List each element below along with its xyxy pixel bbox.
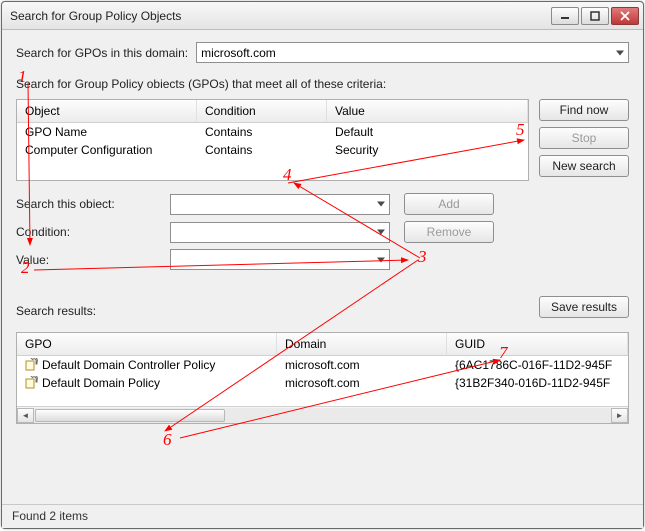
- results-row[interactable]: Default Domain Controller Policy microso…: [17, 356, 628, 374]
- close-button[interactable]: [611, 7, 639, 25]
- condition-combo-wrap: [170, 222, 390, 243]
- window-body: Search for GPOs in this domain: Search f…: [2, 30, 643, 504]
- criteria-row[interactable]: GPO Name Contains Default: [17, 123, 528, 141]
- gpo-icon: [25, 358, 38, 371]
- criteria-header-condition[interactable]: Condition: [197, 100, 327, 122]
- window: Search for Group Policy Objects Search f…: [1, 1, 644, 529]
- results-header-row: GPO Domain GUID: [17, 333, 628, 356]
- results-cell-domain: microsoft.com: [277, 375, 447, 391]
- new-search-button[interactable]: New search: [539, 155, 629, 177]
- minimize-button[interactable]: [551, 7, 579, 25]
- find-now-button[interactable]: Find now: [539, 99, 629, 121]
- stop-button[interactable]: Stop: [539, 127, 629, 149]
- results-cell-domain: microsoft.com: [277, 357, 447, 373]
- window-title: Search for Group Policy Objects: [10, 9, 551, 23]
- condition-label: Condition:: [16, 225, 156, 239]
- criteria-cell-condition: Contains: [197, 142, 327, 158]
- results-header-gpo[interactable]: GPO: [17, 333, 277, 355]
- value-select[interactable]: [170, 249, 390, 270]
- criteria-cell-value: Default: [327, 124, 528, 140]
- criteria-table: Object Condition Value GPO Name Contains…: [16, 99, 529, 181]
- remove-button[interactable]: Remove: [404, 221, 494, 243]
- search-object-label: Search this obiect:: [16, 197, 156, 211]
- results-table: GPO Domain GUID Default Domain Controlle…: [16, 332, 629, 424]
- criteria-header-row: Object Condition Value: [17, 100, 528, 123]
- value-label: Value:: [16, 253, 156, 267]
- criteria-row[interactable]: Computer Configuration Contains Security: [17, 141, 528, 159]
- search-object-select[interactable]: [170, 194, 390, 215]
- criteria-side-buttons: Find now Stop New search: [539, 99, 629, 177]
- domain-label: Search for GPOs in this domain:: [16, 46, 188, 60]
- scroll-track[interactable]: [34, 408, 611, 423]
- gpo-icon: [25, 376, 38, 389]
- criteria-cell-object: Computer Configuration: [17, 142, 197, 158]
- results-cell-guid: {31B2F340-016D-11D2-945F: [447, 375, 628, 391]
- criteria-cell-condition: Contains: [197, 124, 327, 140]
- add-button[interactable]: Add: [404, 193, 494, 215]
- results-cell-gpo: Default Domain Policy: [17, 375, 277, 391]
- status-text: Found 2 items: [12, 509, 88, 523]
- criteria-header-object[interactable]: Object: [17, 100, 197, 122]
- criteria-rows: GPO Name Contains Default Computer Confi…: [17, 123, 528, 159]
- status-bar: Found 2 items: [2, 504, 643, 528]
- scroll-right-icon[interactable]: ►: [611, 408, 628, 423]
- criteria-cell-object: GPO Name: [17, 124, 197, 140]
- results-header-domain[interactable]: Domain: [277, 333, 447, 355]
- criteria-area: Object Condition Value GPO Name Contains…: [16, 99, 629, 181]
- scroll-left-icon[interactable]: ◄: [17, 408, 34, 423]
- condition-select[interactable]: [170, 222, 390, 243]
- results-hscrollbar[interactable]: ◄ ►: [17, 406, 628, 423]
- maximize-button[interactable]: [581, 7, 609, 25]
- criteria-label: Search for Group Policy obiects (GPOs) t…: [16, 77, 629, 91]
- results-cell-gpo: Default Domain Controller Policy: [17, 357, 277, 373]
- criteria-cell-value: Security: [327, 142, 528, 158]
- criteria-header-value[interactable]: Value: [327, 100, 528, 122]
- scroll-thumb[interactable]: [35, 409, 225, 422]
- results-header: Search results: Save results: [16, 296, 629, 318]
- criteria-form: Search this obiect: Add Condition: Remov…: [16, 193, 629, 270]
- domain-select[interactable]: [196, 42, 629, 63]
- titlebar[interactable]: Search for Group Policy Objects: [2, 2, 643, 30]
- save-results-button[interactable]: Save results: [539, 296, 629, 318]
- search-object-combo-wrap: [170, 194, 390, 215]
- results-cell-guid: {6AC1786C-016F-11D2-945F: [447, 357, 628, 373]
- results-header-guid[interactable]: GUID: [447, 333, 628, 355]
- results-row[interactable]: Default Domain Policy microsoft.com {31B…: [17, 374, 628, 392]
- value-combo-wrap: [170, 249, 390, 270]
- results-label: Search results:: [16, 304, 96, 318]
- domain-row: Search for GPOs in this domain:: [16, 42, 629, 63]
- domain-combo-wrap: [196, 42, 629, 63]
- window-buttons: [551, 7, 639, 25]
